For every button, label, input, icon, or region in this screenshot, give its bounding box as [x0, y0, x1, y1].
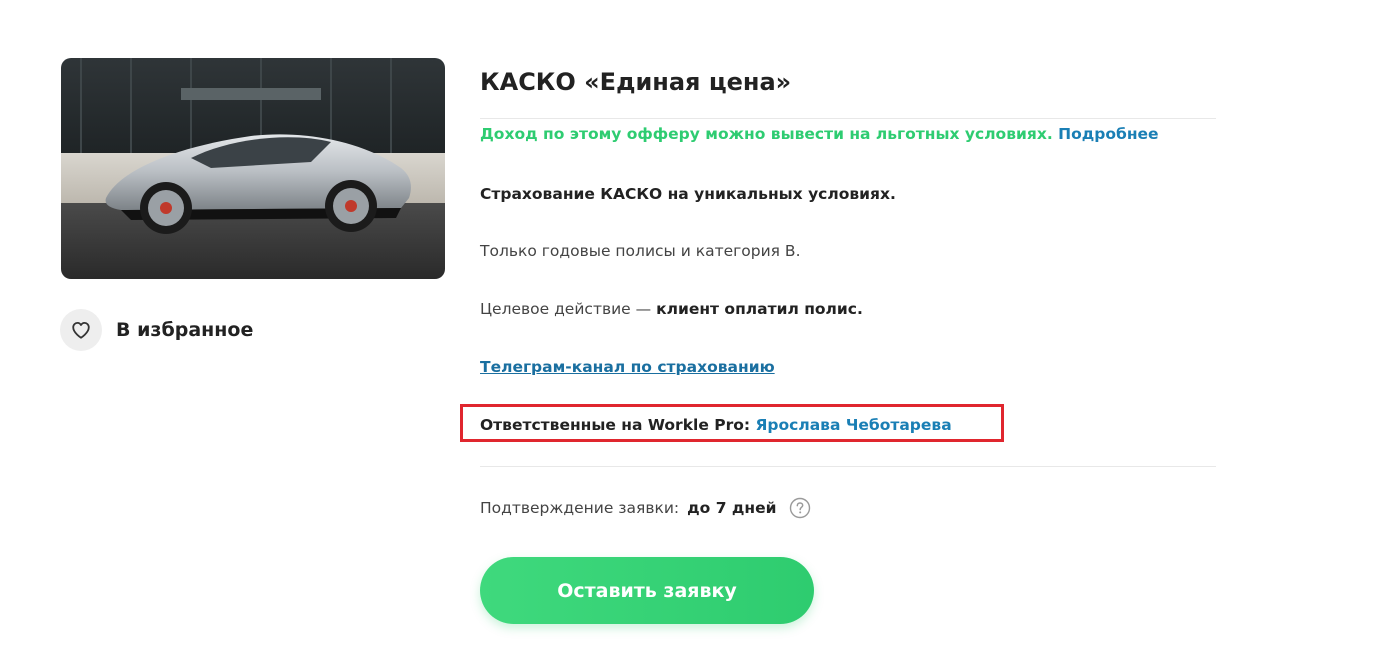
heart-outline-icon — [60, 309, 102, 351]
add-to-favorites-button[interactable]: В избранное — [60, 309, 253, 351]
target-action: Целевое действие — клиент оплатил полис. — [480, 298, 863, 320]
target-action-label: Целевое действие — — [480, 300, 652, 318]
offer-image — [61, 58, 445, 279]
benefit-text: Доход по этому офферу можно вывести на л… — [480, 125, 1053, 143]
details-divider — [480, 466, 1216, 467]
submit-application-button[interactable]: Оставить заявку — [480, 557, 814, 624]
benefit-details-link[interactable]: Подробнее — [1058, 125, 1158, 143]
offer-title: КАСКО «Единая цена» — [480, 68, 792, 96]
favorites-label: В избранное — [116, 319, 254, 341]
responsible-row: Ответственные на Workle Pro: Ярослава Че… — [480, 414, 952, 436]
confirmation-value: до 7 дней — [687, 499, 777, 517]
offer-page: В избранное КАСКО «Единая цена» Доход по… — [0, 0, 1378, 663]
confirmation-row: Подтверждение заявки: до 7 дней — [480, 497, 811, 519]
offer-policies: Только годовые полисы и категория В. — [480, 242, 801, 260]
responsible-person-link[interactable]: Ярослава Чеботарева — [756, 416, 952, 434]
title-divider — [480, 118, 1216, 119]
telegram-channel-link[interactable]: Телеграм-канал по страхованию — [480, 358, 775, 376]
offer-headline: Страхование КАСКО на уникальных условиях… — [480, 185, 896, 203]
confirmation-label: Подтверждение заявки: — [480, 499, 680, 517]
telegram-row: Телеграм-канал по страхованию — [480, 356, 775, 378]
responsible-label: Ответственные на Workle Pro: — [480, 416, 751, 434]
target-action-value: клиент оплатил полис. — [656, 300, 863, 318]
question-help-icon[interactable] — [789, 497, 811, 519]
benefit-note: Доход по этому офферу можно вывести на л… — [480, 123, 1159, 145]
